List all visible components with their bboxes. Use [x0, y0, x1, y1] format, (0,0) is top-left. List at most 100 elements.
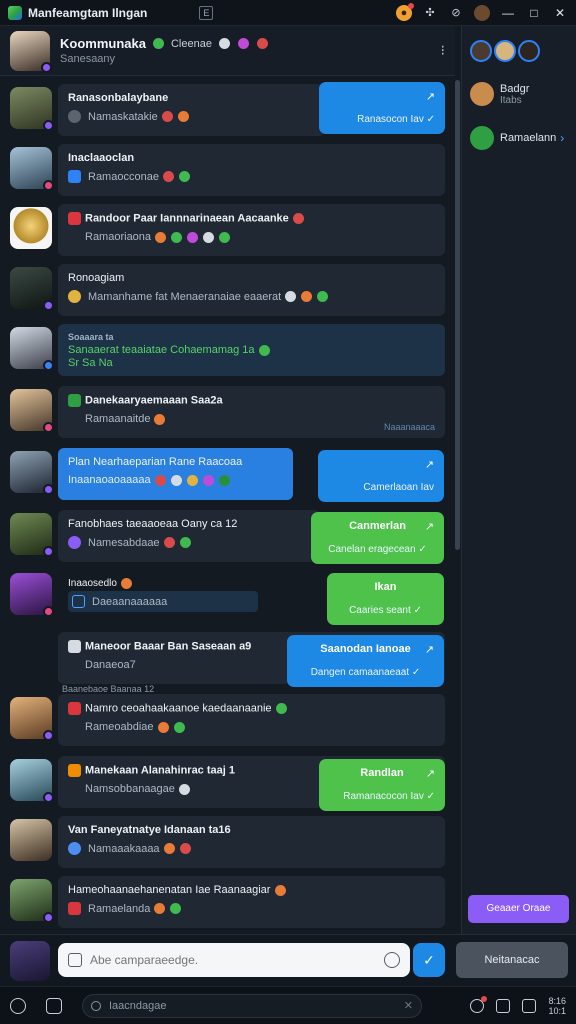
reply-card-title: Saanodan Ianoae — [320, 643, 411, 655]
message-bubble[interactable]: Soaaara ta Sanaaerat teaaiatae Cohaemama… — [58, 324, 445, 376]
avatar[interactable] — [10, 207, 52, 249]
message-subtitle: Danaeoa7 — [85, 659, 136, 671]
close-icon[interactable]: ✕ — [404, 999, 413, 1012]
message-subtitle-2: Sr Sa Na — [68, 357, 113, 369]
reply-card[interactable]: Randlan ↗ Ramanacocon Iav ✓ — [319, 759, 445, 811]
message-row[interactable]: Soaaara ta Sanaaerat teaaiatae Cohaemama… — [0, 320, 455, 382]
item-subtitle: Itabs — [500, 94, 522, 106]
avatar[interactable] — [10, 87, 54, 131]
message-input[interactable] — [90, 953, 384, 967]
avatar[interactable] — [10, 513, 54, 557]
reply-card[interactable]: ↗ Camerlaoan Iav — [318, 450, 444, 502]
message-scrollbar[interactable] — [455, 80, 460, 550]
avatar[interactable] — [10, 389, 54, 433]
message-bubble[interactable]: Ranasonbalaybane Namaskatakie — [58, 84, 325, 136]
message-type-icon — [68, 536, 81, 549]
avatar[interactable] — [10, 697, 54, 741]
chat-header: Koommunaka Cleenae Sanesaany ⁝ — [0, 26, 455, 76]
message-bubble[interactable]: Van Faneyatnatye Idanaan ta16 Namaaakaaa… — [58, 816, 445, 868]
calendar-icon[interactable] — [496, 998, 511, 1013]
reply-card[interactable]: ↗ Ranasocon Iav ✓ — [319, 82, 445, 134]
notification-icon[interactable] — [470, 995, 488, 1013]
avatar[interactable] — [10, 879, 54, 923]
cta-button[interactable]: Geaaer Oraae — [468, 895, 569, 923]
compass-icon[interactable]: ⊘ — [448, 5, 464, 21]
participant-avatar[interactable] — [494, 40, 516, 62]
open-arrow-icon[interactable]: ↗ — [426, 90, 435, 103]
avatar[interactable] — [10, 147, 54, 191]
message-subtitle: Rameoabdiae — [85, 721, 154, 733]
avatar[interactable] — [10, 451, 54, 495]
message-row[interactable]: Van Faneyatnatye Idanaan ta16 Namaaakaaa… — [0, 812, 455, 874]
shield-icon[interactable] — [46, 997, 62, 1014]
message-type-icon — [72, 595, 85, 609]
message-subtitle: Ramaoriaona — [85, 231, 152, 243]
participant-avatar[interactable] — [518, 40, 540, 62]
avatar[interactable] — [10, 327, 54, 371]
item-title: Badgr — [500, 82, 530, 95]
right-panel-item[interactable]: Badgr Itabs — [462, 82, 576, 106]
message-row[interactable]: Hameohaanaehanenatan Iae Raanaagiar Rama… — [0, 872, 455, 934]
avatar[interactable] — [10, 819, 52, 861]
close-button[interactable]: ✕ — [552, 5, 568, 21]
user-icon[interactable] — [474, 4, 490, 21]
reply-card-label: Dangen camaanaeaat ✓ — [310, 667, 421, 678]
message-row[interactable]: Baanebaoe Baanaa 12 Namro ceoahaakaanoe … — [0, 684, 455, 752]
reply-card[interactable]: Canmerlan ↗ Canelan eragecean ✓ — [311, 512, 444, 564]
message-row[interactable]: Inaclaaoclan Ramaocconae — [0, 140, 455, 202]
message-bubble[interactable]: Namro ceoahaakaanoe kaedaanaanie Rameoab… — [58, 694, 445, 746]
message-subtitle: Mamanhame fat Menaeranaiae eaaerat — [88, 290, 282, 303]
taskbar-search[interactable]: Iaacndagae ✕ — [82, 993, 422, 1018]
message-type-icon — [68, 842, 81, 855]
open-arrow-icon[interactable]: ↗ — [426, 767, 435, 780]
message-bubble[interactable]: Plan Nearhaeparian Rane Raacoaa Inaanaoa… — [58, 448, 293, 500]
reply-card-title: Canmerlan — [349, 520, 406, 532]
reply-card[interactable]: Saanodan Ianoae ↗ Dangen camaanaeaat ✓ — [287, 635, 444, 687]
message-title: Soaaara ta — [68, 332, 114, 342]
message-bubble[interactable]: Danekaaryaemaaan Saa2a Ramaanaitde Naaan… — [58, 386, 445, 438]
send-button[interactable]: ✓ — [413, 943, 445, 977]
right-panel-item[interactable]: Ramaelann › — [462, 126, 576, 150]
sparkle-icon[interactable]: ✣ — [422, 5, 438, 21]
open-arrow-icon[interactable]: ↗ — [425, 520, 434, 533]
avatar[interactable] — [10, 573, 54, 617]
message-subtitle: Namesabdaae — [88, 536, 160, 549]
open-arrow-icon[interactable]: ↗ — [425, 458, 434, 471]
message-bubble[interactable]: Inaclaaoclan Ramaocconae — [58, 144, 445, 196]
reply-card[interactable]: Ikan Caaries seant ✓ — [327, 573, 444, 625]
message-bubble[interactable]: Fanobhaes taeaaoeaa Oany ca 12 Namesabda… — [58, 510, 321, 562]
message-type-icon — [68, 702, 81, 715]
reply-card-label: Canelan eragecean ✓ — [328, 544, 427, 555]
avatar[interactable] — [10, 759, 54, 803]
message-meta: Naaanaaaca — [383, 422, 435, 432]
grid-icon[interactable] — [522, 998, 537, 1013]
message-bubble[interactable]: Ronoagiam Mamanhame fat Menaeranaiae eaa… — [58, 264, 445, 316]
contact-name: Koommunaka Cleenae — [60, 36, 269, 51]
participant-avatar[interactable] — [470, 40, 492, 62]
message-row[interactable]: Danekaaryaemaaan Saa2a Ramaanaitde Naaan… — [0, 382, 455, 444]
message-title: Plan Nearhaeparian Rane Raacoaa — [68, 456, 243, 468]
emoji-icon[interactable] — [384, 952, 400, 968]
secondary-button[interactable]: Neitanacac — [456, 942, 568, 978]
contact-avatar[interactable] — [10, 30, 52, 73]
open-arrow-icon[interactable]: ↗ — [425, 643, 434, 656]
clock: 8:16 10:1 — [548, 995, 566, 1016]
attach-icon[interactable] — [68, 953, 82, 967]
reply-card-title: Randlan — [360, 767, 404, 779]
message-row[interactable]: Ronoagiam Mamanhame fat Menaeranaiae eaa… — [0, 260, 455, 322]
avatar[interactable] — [10, 267, 54, 311]
self-avatar[interactable] — [10, 941, 50, 981]
message-row[interactable]: Randoor Paar Iannnarinaean Aacaanke Rama… — [0, 200, 455, 262]
message-bubble[interactable]: Randoor Paar Iannnarinaean Aacaanke Rama… — [58, 204, 445, 256]
start-icon[interactable] — [10, 997, 26, 1014]
message-bubble[interactable]: Hameohaanaehanenatan Iae Raanaagiar Rama… — [58, 876, 445, 928]
notification-icon[interactable]: ● — [396, 2, 414, 21]
message-input-wrapper — [58, 943, 410, 977]
right-panel: Badgr Itabs Ramaelann › Geaaer Oraae — [461, 26, 576, 934]
minimize-button[interactable]: — — [500, 5, 516, 21]
more-options-icon[interactable]: ⁝ — [441, 42, 445, 59]
maximize-button[interactable]: □ — [526, 5, 542, 21]
taskbar: Iaacndagae ✕ 8:16 10:1 — [0, 986, 576, 1024]
message-subtitle: Daeaanaaaaaa — [92, 595, 168, 608]
message-subtitle: Inaanaoaoaaaaa — [68, 474, 151, 486]
